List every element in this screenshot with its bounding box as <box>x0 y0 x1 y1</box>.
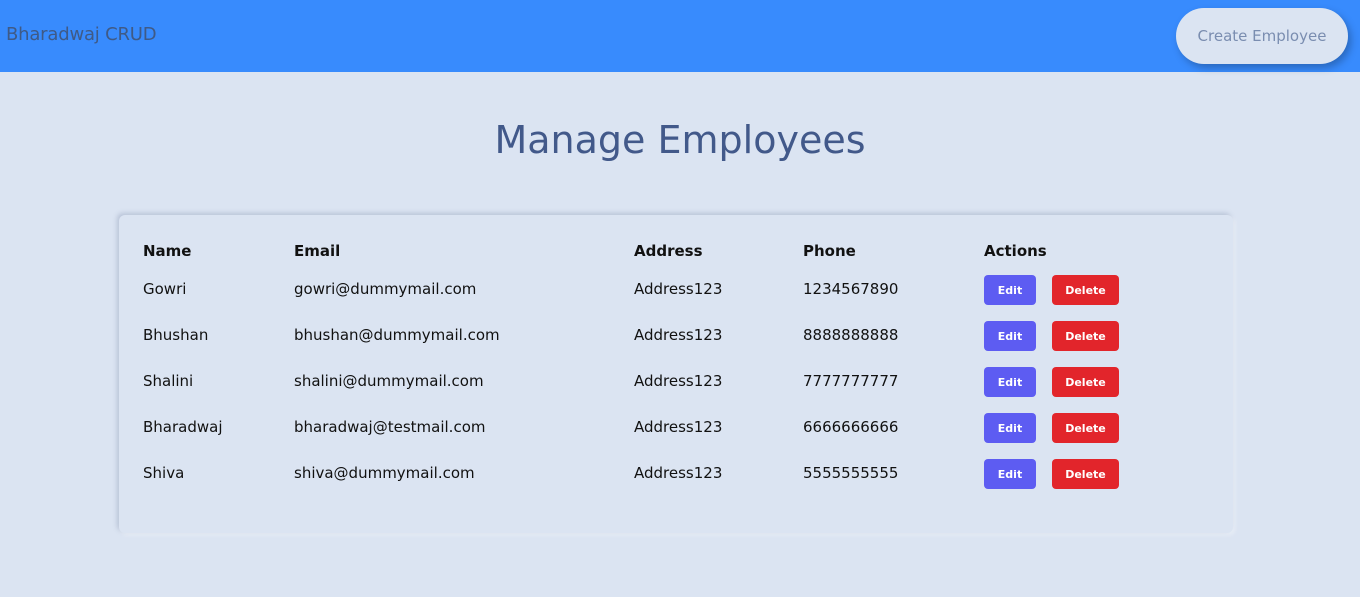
cell-address: Address123 <box>634 280 723 298</box>
delete-button[interactable]: Delete <box>1052 413 1119 443</box>
edit-button[interactable]: Edit <box>984 413 1036 443</box>
cell-phone: 8888888888 <box>803 326 899 344</box>
cell-actions: Edit Delete <box>984 451 1204 497</box>
cell-phone: 1234567890 <box>803 280 899 298</box>
cell-actions: Edit Delete <box>984 405 1204 451</box>
cell-actions: Edit Delete <box>984 359 1204 405</box>
cell-address: Address123 <box>634 464 723 482</box>
cell-name: Bhushan <box>143 326 209 344</box>
header-actions: Actions <box>984 242 1047 260</box>
cell-phone: 6666666666 <box>803 418 899 436</box>
cell-email: shiva@dummymail.com <box>294 464 475 482</box>
delete-button[interactable]: Delete <box>1052 321 1119 351</box>
cell-email: shalini@dummymail.com <box>294 372 484 390</box>
table-row: Shalini shalini@dummymail.com Address123… <box>143 359 1204 405</box>
table-row: Shiva shiva@dummymail.com Address123 555… <box>143 451 1204 497</box>
cell-phone: 7777777777 <box>803 372 899 390</box>
cell-name: Shalini <box>143 372 194 390</box>
employee-table-card: Name Email Address Phone Actions Gowri g… <box>119 215 1233 533</box>
edit-button[interactable]: Edit <box>984 275 1036 305</box>
brand-title[interactable]: Bharadwaj CRUD <box>6 24 157 45</box>
table-row: Bharadwaj bharadwaj@testmail.com Address… <box>143 405 1204 451</box>
table-row: Bhushan bhushan@dummymail.com Address123… <box>143 313 1204 359</box>
cell-email: gowri@dummymail.com <box>294 280 477 298</box>
table-row: Gowri gowri@dummymail.com Address123 123… <box>143 267 1204 313</box>
header-email: Email <box>294 242 341 260</box>
header-name: Name <box>143 242 192 260</box>
cell-name: Bharadwaj <box>143 418 223 436</box>
edit-button[interactable]: Edit <box>984 321 1036 351</box>
delete-button[interactable]: Delete <box>1052 367 1119 397</box>
cell-address: Address123 <box>634 326 723 344</box>
cell-phone: 5555555555 <box>803 464 899 482</box>
cell-address: Address123 <box>634 418 723 436</box>
cell-email: bharadwaj@testmail.com <box>294 418 486 436</box>
delete-button[interactable]: Delete <box>1052 275 1119 305</box>
edit-button[interactable]: Edit <box>984 367 1036 397</box>
cell-address: Address123 <box>634 372 723 390</box>
header-phone: Phone <box>803 242 856 260</box>
page-title: Manage Employees <box>494 118 866 162</box>
cell-actions: Edit Delete <box>984 313 1204 359</box>
delete-button[interactable]: Delete <box>1052 459 1119 489</box>
create-employee-button[interactable]: Create Employee <box>1176 8 1348 64</box>
cell-name: Gowri <box>143 280 187 298</box>
cell-actions: Edit Delete <box>984 267 1204 313</box>
navbar: Bharadwaj CRUD Create Employee <box>0 0 1360 72</box>
table-header-row: Name Email Address Phone Actions <box>143 235 1204 267</box>
cell-email: bhushan@dummymail.com <box>294 326 500 344</box>
cell-name: Shiva <box>143 464 185 482</box>
header-address: Address <box>634 242 703 260</box>
employee-table: Name Email Address Phone Actions Gowri g… <box>143 235 1204 497</box>
edit-button[interactable]: Edit <box>984 459 1036 489</box>
